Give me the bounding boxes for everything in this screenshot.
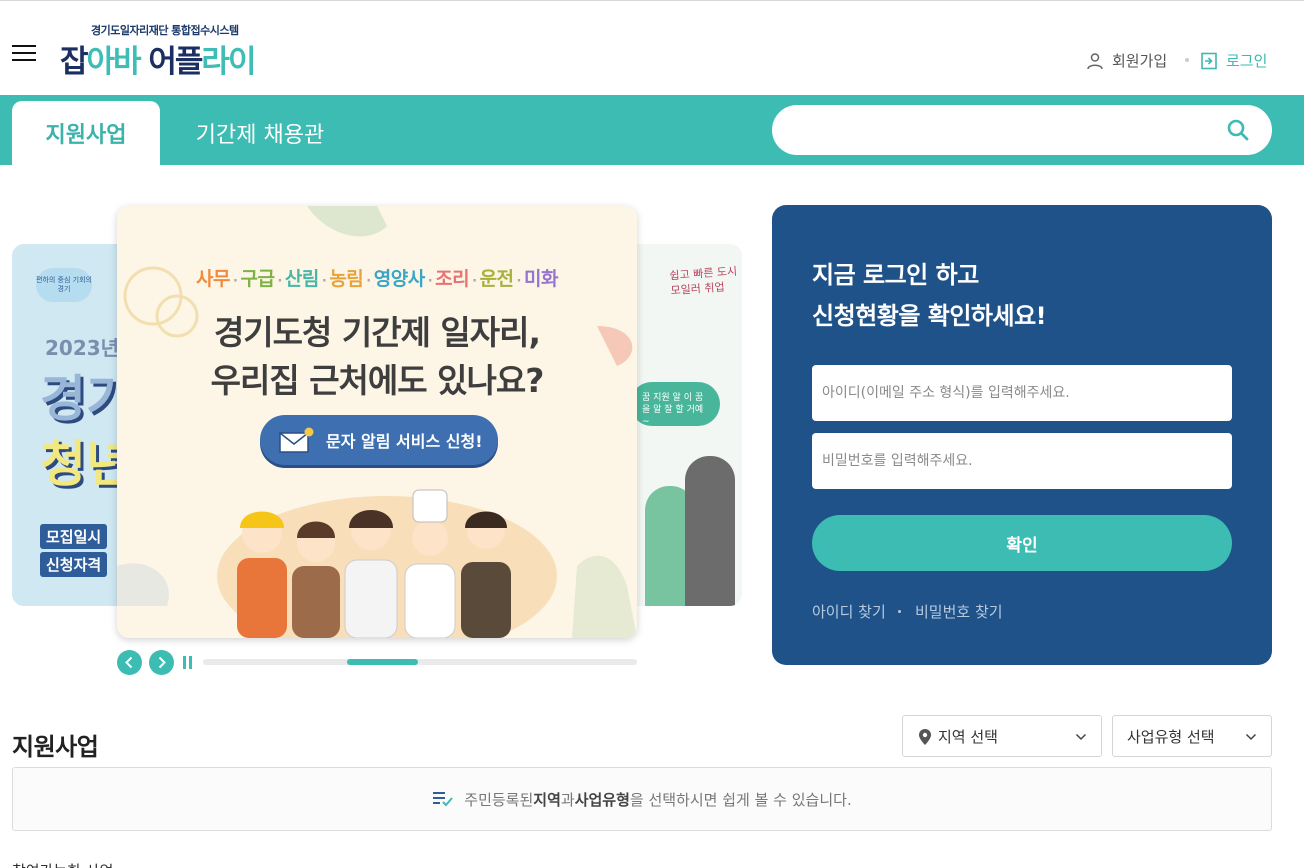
find-separator [898,610,901,613]
job-category-list: 사무 · 구급 · 산림 · 농림 · 영양사 · 조리 · 운전 · 미화 [117,264,637,291]
sms-alert-button[interactable]: 문자 알림 서비스 신청! [260,415,498,465]
user-icon [1087,52,1103,69]
job-separator: · [472,274,477,289]
list-check-icon [433,792,454,807]
site-header: 경기도일자리재단 통합접수시스템 잡아바 어플라이 회원가입 로그인 [0,0,1304,95]
search-input[interactable] [796,117,1216,143]
join-link[interactable]: 회원가입 [1086,50,1167,71]
login-title-line-1: 지금 로그인 하고 [812,261,979,289]
tab-parttime-jobs[interactable]: 기간제 채용관 [170,101,350,165]
id-input[interactable] [812,365,1232,421]
job-separator: · [427,274,433,289]
slide-speech-bubble: 꿈 지원 알 이 꿈을 알 잘 할 거예~ [630,382,720,427]
filter-notice: 주민등록된 지역 과 사업유형 을 선택하시면 쉽게 볼 수 있습니다. [12,767,1272,831]
workers-illustration [237,489,511,638]
banner-headline-1: 경기도청 기간제 일자리, [213,313,541,352]
slide-pill-date: 모집일시 [40,524,108,549]
login-title: 지금 로그인 하고 신청현황을 확인하세요! [812,255,1047,337]
job-category: 영양사 [373,268,425,290]
find-password-link[interactable]: 비밀번호 찾기 [915,601,1003,622]
login-icon [1201,52,1217,69]
job-category: 산림 [284,268,319,290]
location-pin-icon [919,729,931,745]
job-separator: · [366,274,371,289]
slide-badge: 편하의 중심 기회의 경기 [36,268,92,302]
slide-progress-bar [203,659,637,665]
job-separator: · [321,274,327,289]
job-category: 구급 [240,268,275,290]
notice-highlight-type: 사업유형 [574,790,630,809]
find-id-link[interactable]: 아이디 찾기 [812,601,886,622]
slide-pill-qualification: 신청자격 [40,552,108,577]
job-separator: · [277,274,282,289]
login-panel: 지금 로그인 하고 신청현황을 확인하세요! 확인 아이디 찾기 비밀번호 찾기 [772,205,1272,665]
job-category: 미화 [523,268,558,290]
banner-headline-2: 우리집 근처에도 있나요? [210,361,545,400]
logo-part-3: 어플 [139,44,203,80]
menu-icon[interactable] [12,45,36,62]
sms-alert-label: 문자 알림 서비스 신청! [326,432,483,451]
tab-support-projects[interactable]: 지원사업 [12,101,160,165]
person-illustration [685,456,735,606]
chevron-down-icon [1075,733,1087,741]
job-category: 농림 [329,268,364,290]
chevron-down-icon [1245,733,1257,741]
region-select-label: 지역 선택 [938,727,998,746]
notice-text-pre: 주민등록된 [464,790,534,809]
slide-handwriting: 쉽고 빠른 도시 모일러 취업 [669,264,739,299]
password-input[interactable] [812,433,1232,489]
project-type-select[interactable]: 사업유형 선택 [1112,715,1272,757]
chevron-right-icon [158,656,166,669]
prev-slide-button[interactable] [117,650,142,675]
slide-hand-line-2: 모일러 취업 [670,280,726,298]
logo-part-1: 잡 [60,44,88,80]
login-label: 로그인 [1226,52,1268,70]
next-section-heading: 참여가능한 사업 [12,860,113,868]
logo[interactable]: 잡아바 어플라이 [60,36,256,81]
logo-part-2: 아바 [86,44,142,80]
util-separator [1185,58,1189,62]
search-icon[interactable] [1226,118,1250,142]
envelope-icon [279,427,314,453]
banner-slide-current[interactable]: 사무 · 구급 · 산림 · 농림 · 영양사 · 조리 · 운전 · 미화 경기도청 기간제 일자리, 우… [117,206,637,638]
job-category: 조리 [435,268,470,290]
login-confirm-button[interactable]: 확인 [812,515,1232,571]
job-category: 사무 [196,268,231,290]
login-title-line-2: 신청현황을 확인하세요! [812,302,1047,330]
section-title: 지원사업 [12,733,99,761]
chevron-left-icon [125,656,133,669]
notice-text-post: 을 선택하시면 쉽게 볼 수 있습니다. [629,790,852,809]
slide-progress-fill [347,659,419,665]
main-nav: 지원사업 기간제 채용관 [0,95,1304,165]
job-separator: · [516,274,522,289]
region-select[interactable]: 지역 선택 [902,715,1102,757]
notice-highlight-region: 지역 [533,790,561,809]
next-slide-button[interactable] [149,650,174,675]
project-type-select-label: 사업유형 선택 [1127,727,1215,746]
search-box [772,105,1272,155]
job-category: 운전 [479,268,514,290]
pause-icon[interactable] [183,656,193,669]
notice-text-mid: 과 [560,790,575,809]
join-label: 회원가입 [1112,52,1168,70]
login-link[interactable]: 로그인 [1200,50,1267,71]
logo-part-4: 라이 [201,44,256,80]
job-separator: · [233,274,238,289]
slide-year: 2023년 [45,336,120,360]
